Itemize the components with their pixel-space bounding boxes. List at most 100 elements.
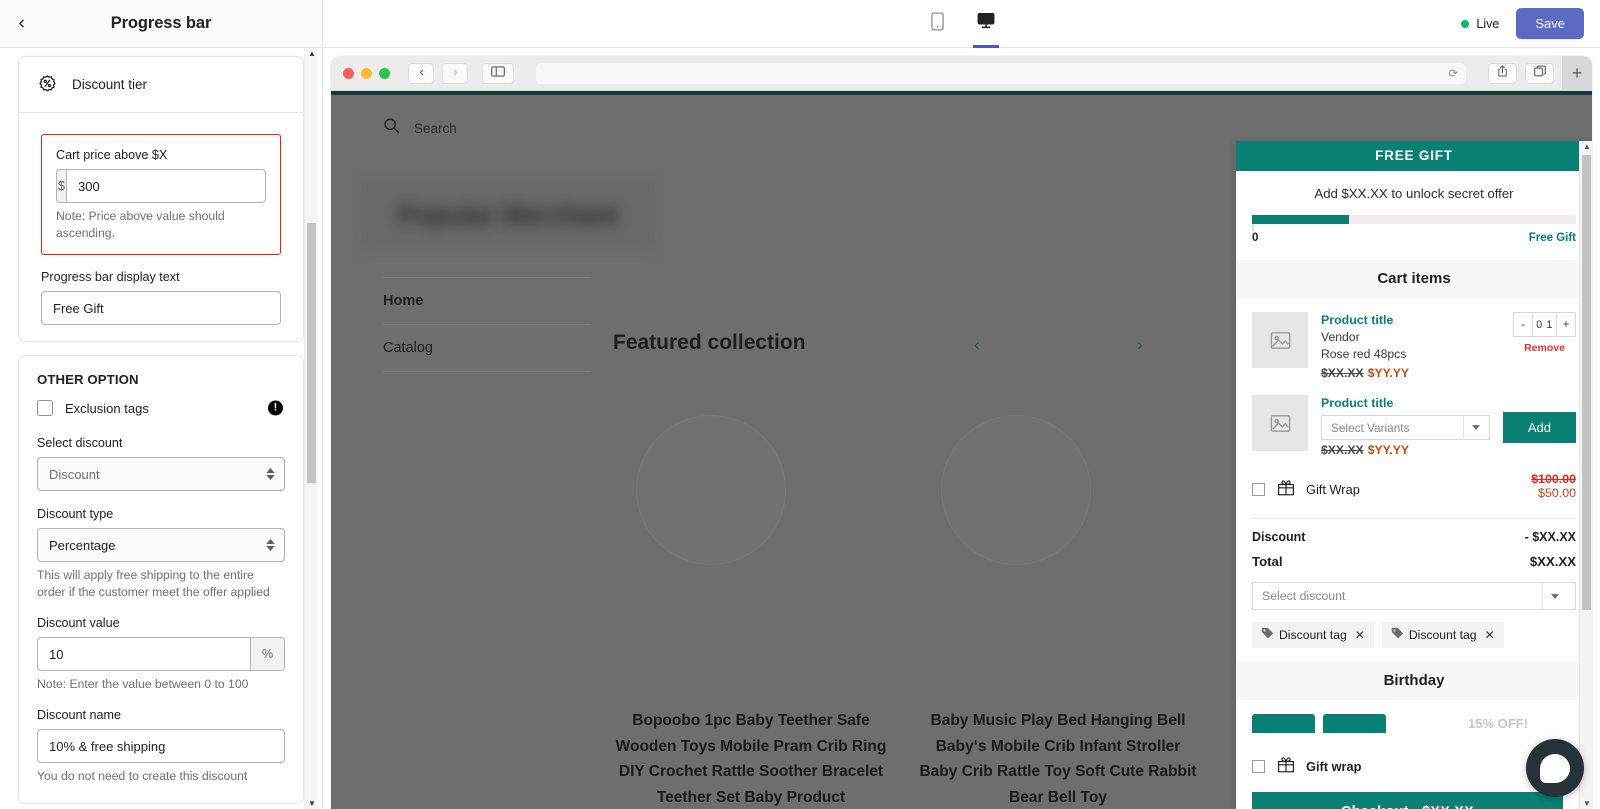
close-window-icon[interactable] <box>343 68 354 79</box>
new-tab-button[interactable]: + <box>1562 56 1592 91</box>
panel-header: Progress bar <box>0 0 322 48</box>
maximize-window-icon[interactable] <box>379 68 390 79</box>
image-placeholder-icon <box>1252 395 1308 451</box>
scroll-up-icon[interactable]: ▲ <box>308 49 316 58</box>
discount-value-note: Note: Enter the value between 0 to 100 <box>37 676 285 693</box>
tab-overview-icon <box>1534 64 1546 82</box>
gift-wrap-label: Gift Wrap <box>1306 482 1360 497</box>
panel-scrollbar-thumb[interactable] <box>307 223 316 483</box>
progress-text-input[interactable] <box>41 291 281 325</box>
select-discount-dropdown[interactable]: Discount <box>37 457 285 491</box>
tag-icon <box>1261 627 1274 643</box>
birthday-chip[interactable] <box>1323 714 1386 733</box>
birthday-chip[interactable] <box>1252 714 1315 733</box>
exclusion-tags-row[interactable]: Exclusion tags ! <box>37 400 285 416</box>
quantity-stepper[interactable]: - 0 1 + <box>1513 312 1576 337</box>
browser-chrome: ⟳ <box>331 56 1592 91</box>
chat-bubble-button[interactable] <box>1526 739 1584 797</box>
remove-item-button[interactable]: Remove <box>1513 342 1576 354</box>
quantity-increase-button[interactable]: + <box>1556 313 1575 336</box>
select-discount-wrapper: Discount <box>37 457 285 491</box>
scroll-up-icon[interactable]: ▲ <box>1583 142 1591 151</box>
address-bar[interactable]: ⟳ <box>536 63 1466 84</box>
tab-overview-button[interactable] <box>1525 63 1554 84</box>
total-summary-value: $XX.XX <box>1530 554 1576 569</box>
carousel-prev-button[interactable]: ‹ <box>974 335 980 355</box>
store-nav-item-home[interactable]: Home <box>383 277 591 325</box>
discount-tier-header[interactable]: Discount tier <box>19 57 303 112</box>
share-button[interactable] <box>1488 63 1517 84</box>
browser-sidebar-toggle[interactable] <box>482 63 514 84</box>
cart-item: Product title Select Variants $XX.XX$YY.… <box>1236 383 1592 460</box>
minimize-window-icon[interactable] <box>361 68 372 79</box>
info-icon[interactable]: ! <box>268 401 283 416</box>
close-icon[interactable]: ✕ <box>1485 628 1495 642</box>
close-icon[interactable]: ✕ <box>1355 628 1365 642</box>
discount-summary-row: Discount - $XX.XX <box>1236 519 1592 544</box>
product-title[interactable]: Bopoobo 1pc Baby Teether Safe Wooden Toy… <box>611 708 891 809</box>
cart-drawer: FREE GIFT Add $XX.XX to unlock secret of… <box>1236 141 1592 809</box>
quantity-value[interactable]: 0 1 <box>1533 313 1556 336</box>
discount-type-dropdown[interactable]: Percentage <box>37 528 285 562</box>
desktop-device-button[interactable] <box>973 0 999 48</box>
cart-item-title[interactable]: Product title <box>1321 312 1500 329</box>
percent-suffix: % <box>251 637 285 671</box>
browser-back-button[interactable] <box>408 63 434 84</box>
progress-bar-labels: 0 Free Gift <box>1236 224 1592 244</box>
panel-scrollbar[interactable]: ▲ ▼ <box>304 48 318 809</box>
discount-tag[interactable]: Discount tag ✕ <box>1252 622 1374 648</box>
back-button[interactable] <box>0 0 42 47</box>
reload-icon[interactable]: ⟳ <box>1449 67 1458 80</box>
preview-area: Live Save <box>323 0 1600 809</box>
browser-forward-button[interactable] <box>442 63 468 84</box>
chevron-down-icon <box>1463 416 1489 439</box>
cart-scrollbar[interactable]: ▲ ▼ <box>1579 141 1592 809</box>
unlock-offer-text: Add $XX.XX to unlock secret offer <box>1236 171 1592 201</box>
cart-item-vendor: Vendor <box>1321 329 1500 346</box>
cart-item-controls: - 0 1 + Remove <box>1513 312 1576 383</box>
store-search-bar[interactable]: Search <box>331 95 1592 139</box>
discount-value-input[interactable] <box>37 637 251 671</box>
cart-scrollbar-thumb[interactable] <box>1582 155 1591 610</box>
settings-panel: Progress bar Dis <box>0 0 323 809</box>
cart-item-details: Product title Vendor Rose red 48pcs $XX.… <box>1321 312 1500 383</box>
carousel-next-button[interactable]: › <box>1137 335 1143 355</box>
discount-name-label: Discount name <box>37 706 285 724</box>
scroll-down-icon[interactable]: ▼ <box>1583 799 1591 808</box>
other-option-card: OTHER OPTION Exclusion tags ! Select dis… <box>18 355 304 804</box>
mobile-device-button[interactable] <box>925 0 951 48</box>
exclusion-tags-checkbox[interactable] <box>37 400 53 416</box>
save-button[interactable]: Save <box>1516 8 1584 39</box>
discount-tag[interactable]: Discount tag ✕ <box>1382 622 1504 648</box>
discount-name-input[interactable] <box>37 729 285 763</box>
store-search-label: Search <box>414 121 457 136</box>
other-option-title: OTHER OPTION <box>37 372 285 387</box>
quantity-decrease-button[interactable]: - <box>1514 313 1533 336</box>
product-image-placeholder <box>941 415 1091 565</box>
browser-sidebar-icon <box>491 64 505 82</box>
browser-forward-icon <box>451 64 460 82</box>
cart-price-highlight-box: Cart price above $X $ Note: Price above … <box>41 134 281 255</box>
cart-item-prices: $XX.XX$YY.YY <box>1321 441 1490 460</box>
variant-select[interactable]: Select Variants <box>1321 415 1490 440</box>
progress-text-label: Progress bar display text <box>41 268 281 286</box>
progress-end-label: Free Gift <box>1529 232 1576 244</box>
cart-discount-select[interactable]: Select discount <box>1252 582 1576 610</box>
gift-icon <box>1277 478 1295 501</box>
variant-select-placeholder: Select Variants <box>1331 421 1409 435</box>
checkout-button[interactable]: Checkout - $XX.XX <box>1252 792 1563 809</box>
gift-wrap-new-price: $50.00 <box>1531 486 1576 500</box>
window-controls[interactable] <box>343 68 390 79</box>
scroll-down-icon[interactable]: ▼ <box>308 799 316 808</box>
cart-item-title[interactable]: Product title <box>1321 395 1490 412</box>
gift-wrap-checkbox-2[interactable] <box>1252 760 1265 773</box>
store-nav-item-catalog[interactable]: Catalog <box>383 325 591 372</box>
gift-wrap-old-price: $100.00 <box>1531 472 1576 486</box>
cart-price-input[interactable] <box>66 169 266 203</box>
progress-bar-track <box>1252 215 1576 224</box>
add-to-cart-button[interactable]: Add <box>1503 412 1576 443</box>
cart-item-variant: Rose red 48pcs <box>1321 346 1500 363</box>
gift-wrap-checkbox[interactable] <box>1252 483 1265 496</box>
product-title[interactable]: Baby Music Play Bed Hanging Bell Baby‘s … <box>918 708 1198 809</box>
free-gift-banner: FREE GIFT <box>1236 141 1592 171</box>
